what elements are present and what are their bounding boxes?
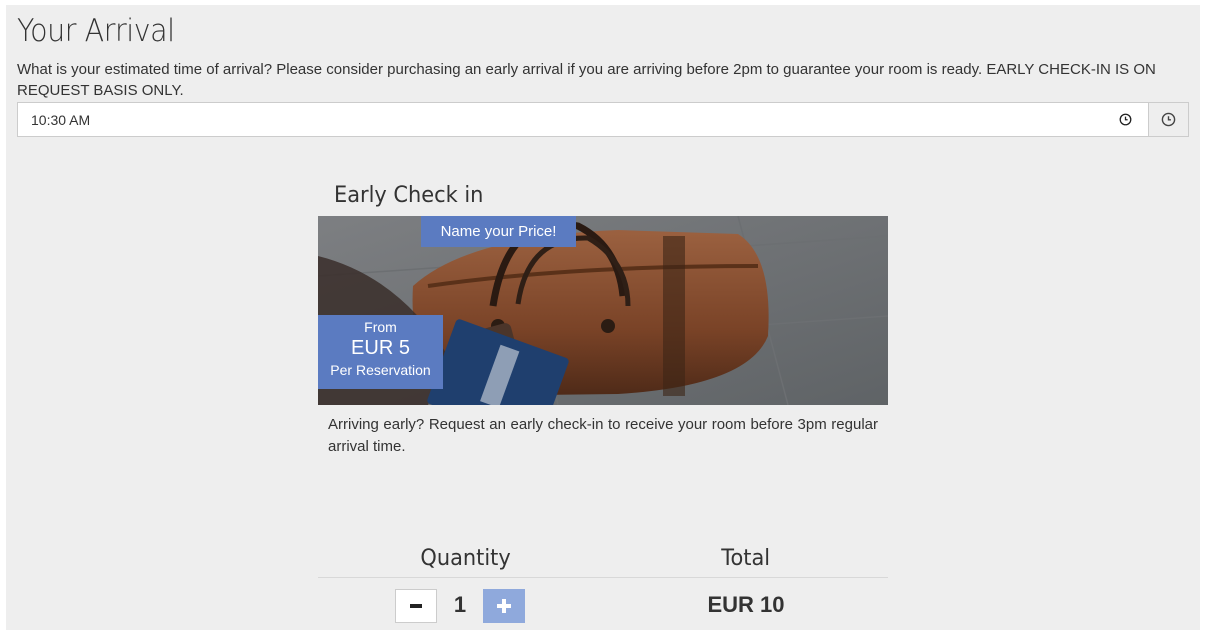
page-title: Your Arrival xyxy=(17,13,175,49)
increase-quantity-button[interactable] xyxy=(483,589,525,623)
arrival-panel: Your Arrival What is your estimated time… xyxy=(6,5,1200,630)
total-value: EUR 10 xyxy=(707,592,785,617)
early-checkin-description: Arriving early? Request an early check-i… xyxy=(328,416,878,455)
minus-icon xyxy=(410,604,422,608)
quantity-header: Quantity xyxy=(420,546,511,571)
name-your-price-badge: Name your Price! xyxy=(421,216,576,247)
total-header: Total xyxy=(721,546,771,571)
per-reservation-label: Per Reservation xyxy=(330,362,431,378)
clock-icon xyxy=(1161,112,1176,127)
divider xyxy=(318,577,888,578)
plus-icon xyxy=(497,599,511,613)
arrival-time-group: 10:30 AM xyxy=(17,102,1189,137)
arrival-time-input[interactable]: 10:30 AM xyxy=(17,102,1148,137)
price-badge: From EUR 5 Per Reservation xyxy=(318,315,443,389)
from-label: From xyxy=(364,319,397,335)
time-picker-button[interactable] xyxy=(1148,102,1189,137)
quantity-value: 1 xyxy=(453,592,467,617)
early-checkin-title: Early Check in xyxy=(334,183,484,208)
arrival-time-value: 10:30 AM xyxy=(31,111,91,128)
arrival-description: What is your estimated time of arrival? … xyxy=(17,61,1156,99)
price-value: EUR 5 xyxy=(351,337,410,359)
clock-icon[interactable] xyxy=(1119,113,1132,126)
decrease-quantity-button[interactable] xyxy=(395,589,437,623)
